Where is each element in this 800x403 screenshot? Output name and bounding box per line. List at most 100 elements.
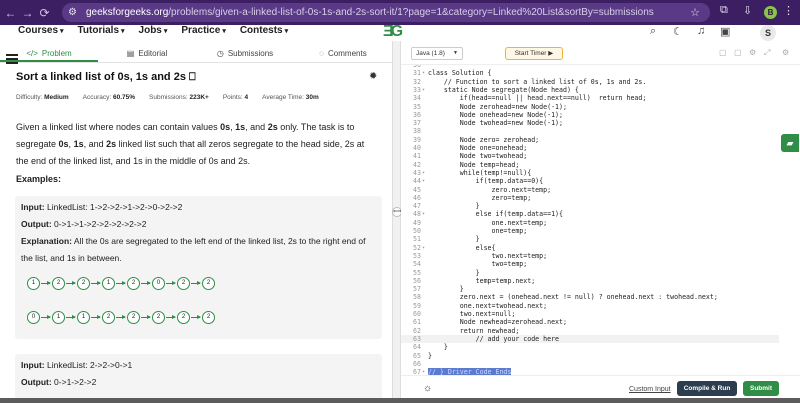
- theme-sun-icon[interactable]: ☼: [423, 383, 432, 394]
- code-line[interactable]: 55 }: [401, 269, 779, 277]
- fold-arrow-icon[interactable]: ▾: [422, 368, 425, 375]
- site-settings-icon[interactable]: ⚙: [68, 7, 82, 18]
- code-line[interactable]: 60 two.next=null;: [401, 310, 779, 318]
- gfg-logo[interactable]: ƎG: [383, 23, 403, 41]
- code-text: }: [428, 285, 464, 294]
- reset-icon[interactable]: ▢: [734, 48, 742, 57]
- code-line[interactable]: 57 }: [401, 285, 779, 293]
- code-line[interactable]: 41 Node two=twohead;: [401, 152, 779, 160]
- code-text: Node two=twohead;: [428, 152, 528, 161]
- code-line[interactable]: 37 Node twohead=new Node(-1);: [401, 119, 779, 127]
- code-line[interactable]: 40 Node one=onehead;: [401, 144, 779, 152]
- nav-courses[interactable]: Courses ▾: [18, 25, 64, 36]
- submit-button[interactable]: Submit: [743, 381, 779, 396]
- report-bug-icon[interactable]: ✹: [369, 71, 377, 82]
- nav-contests[interactable]: Contests ▾: [240, 25, 288, 36]
- layout-icon[interactable]: ⚙: [782, 48, 789, 57]
- code-line[interactable]: 34 if(head==null || head.next==null) ret…: [401, 94, 779, 102]
- custom-input-link[interactable]: Custom Input: [629, 386, 671, 393]
- code-line[interactable]: 46 zero=temp;: [401, 194, 779, 202]
- code-line[interactable]: 64 }: [401, 343, 779, 351]
- code-line[interactable]: 36 Node onehead=new Node(-1);: [401, 111, 779, 119]
- code-line[interactable]: 50 one=temp;: [401, 227, 779, 235]
- reload-icon[interactable]: ⟳: [36, 6, 53, 20]
- code-icon: </>: [26, 49, 38, 58]
- notification-bell-icon[interactable]: ♫: [697, 25, 705, 37]
- fullscreen-icon[interactable]: ⤢: [764, 48, 770, 58]
- settings-icon[interactable]: ⚙: [749, 48, 756, 57]
- list-arrow: [66, 281, 76, 285]
- code-text: one.next=temp;: [428, 218, 548, 227]
- tab-submissions[interactable]: ◷ Submissions: [196, 46, 294, 62]
- code-line[interactable]: 33 ▾ static Node segregate(Node head) {: [401, 86, 779, 94]
- line-number: 33: [413, 85, 421, 94]
- code-line[interactable]: 43 ▾ while(temp!=null){: [401, 169, 779, 177]
- list-node: 2: [202, 277, 215, 290]
- code-editor[interactable]: 30 31 ▾ class Solution {32 // Function to s…: [401, 65, 779, 375]
- code-line[interactable]: 39 Node zero= zerohead;: [401, 136, 779, 144]
- browser-menu-icon[interactable]: ⋮: [783, 4, 794, 17]
- copy-icon[interactable]: ▢: [719, 48, 727, 57]
- code-line[interactable]: 35 Node zerohead=new Node(-1);: [401, 103, 779, 111]
- compile-run-button[interactable]: Compile & Run: [677, 381, 737, 396]
- chat-icon[interactable]: ▰: [781, 134, 799, 152]
- nav-practice[interactable]: Practice ▾: [181, 25, 225, 36]
- code-line[interactable]: 59 one.next=twohead.next;: [401, 302, 779, 310]
- tab-editorial[interactable]: ▤ Editorial: [98, 46, 196, 62]
- theme-toggle-icon[interactable]: ☾: [673, 25, 683, 38]
- bookmark-star-icon[interactable]: ☆: [690, 6, 700, 19]
- browser-profile-avatar[interactable]: B: [764, 6, 777, 19]
- code-line[interactable]: 66: [401, 360, 779, 368]
- fold-arrow-icon[interactable]: ▾: [422, 169, 425, 177]
- back-icon[interactable]: ←: [2, 6, 19, 20]
- forward-icon[interactable]: →: [19, 6, 36, 20]
- code-line[interactable]: 49 one.next=temp;: [401, 219, 779, 227]
- code-line[interactable]: 67 ▾// } Driver Code Ends: [401, 368, 779, 375]
- code-line[interactable]: 52 ▾ else{: [401, 244, 779, 252]
- code-text: Node one=onehead;: [428, 144, 528, 152]
- code-line[interactable]: 44 ▾ if(temp.data==0){: [401, 177, 779, 185]
- start-timer-button[interactable]: Start Timer ▶: [505, 47, 563, 60]
- line-number: 34: [413, 94, 421, 103]
- code-line[interactable]: 31 ▾ class Solution {: [401, 69, 779, 77]
- list-arrow: [191, 315, 201, 319]
- code-line[interactable]: 45 zero.next=temp;: [401, 186, 779, 194]
- line-number: 55: [413, 268, 421, 277]
- hamburger-menu-icon[interactable]: [6, 54, 18, 66]
- code-line[interactable]: 32 // Function to sort a linked list of …: [401, 78, 779, 86]
- language-select[interactable]: Java (1.8) ▼: [411, 47, 463, 60]
- line-number: 57: [413, 285, 421, 294]
- code-line[interactable]: 58 zero.next = (onehead.next != null) ? …: [401, 293, 779, 301]
- translate-icon[interactable]: ▣: [720, 25, 730, 38]
- code-line[interactable]: 53 two.next=temp;: [401, 252, 779, 260]
- code-line[interactable]: 63 // add your code here: [401, 334, 779, 344]
- chevron-down-icon: ▾: [163, 28, 168, 35]
- fold-arrow-icon[interactable]: ▾: [422, 177, 425, 185]
- extensions-icon[interactable]: ⧉: [720, 4, 728, 17]
- user-avatar[interactable]: S: [760, 25, 776, 41]
- fold-arrow-icon[interactable]: ▾: [422, 69, 425, 77]
- nav-jobs[interactable]: Jobs ▾: [139, 25, 168, 36]
- example-1: Input: LinkedList: 1->2->2->1->2->0->2->…: [15, 196, 382, 339]
- search-icon[interactable]: ⌕: [650, 25, 656, 38]
- fold-arrow-icon[interactable]: ▾: [422, 86, 425, 94]
- fold-arrow-icon[interactable]: ▾: [422, 244, 425, 252]
- code-line[interactable]: 61 Node newhead=zerohead.next;: [401, 318, 779, 326]
- code-line[interactable]: 54 two=temp;: [401, 260, 779, 268]
- code-line[interactable]: 42 Node temp=head;: [401, 161, 779, 169]
- fold-arrow-icon[interactable]: ▾: [422, 210, 425, 218]
- download-icon[interactable]: ⇩: [743, 4, 752, 17]
- nav-tutorials[interactable]: Tutorials ▾: [78, 25, 125, 36]
- tab-comments[interactable]: ◌ Comments: [294, 46, 392, 62]
- code-line[interactable]: 51 }: [401, 235, 779, 243]
- list-node: 2: [177, 311, 190, 324]
- code-line[interactable]: 62 return newhead;: [401, 327, 779, 335]
- panel-divider[interactable]: ⟺: [392, 41, 402, 403]
- address-bar[interactable]: ⚙ geeksforgeeks.org/problems/given-a-lin…: [62, 3, 710, 22]
- code-line[interactable]: 48 ▾ else if(temp.data==1){: [401, 210, 779, 218]
- bookmark-icon[interactable]: ⎕: [186, 71, 196, 83]
- code-line[interactable]: 56 temp=temp.next;: [401, 277, 779, 285]
- code-line[interactable]: 38: [401, 127, 779, 135]
- code-line[interactable]: 47 }: [401, 202, 779, 210]
- code-line[interactable]: 65}: [401, 352, 779, 360]
